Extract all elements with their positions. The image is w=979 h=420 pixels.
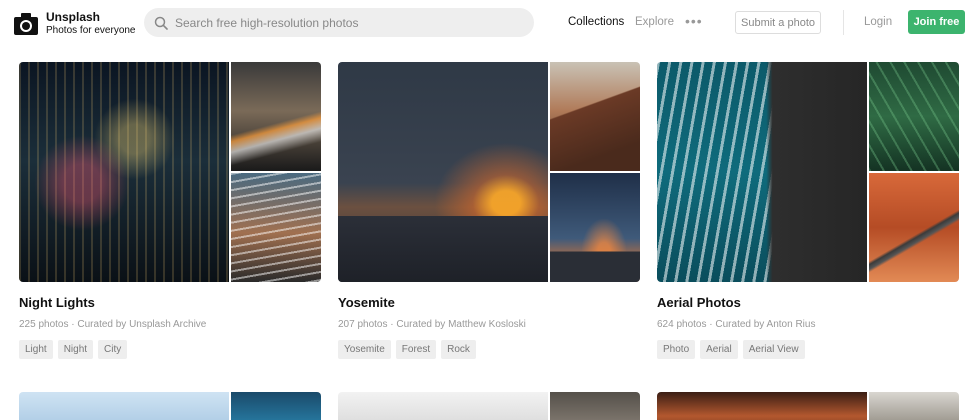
collection-title[interactable]: Night Lights <box>19 295 321 310</box>
collection-photo-top <box>550 62 640 171</box>
login-link[interactable]: Login <box>864 16 892 28</box>
tag-list: Light Night City <box>19 340 321 359</box>
collection-photo-bottom <box>231 173 321 282</box>
photo-count: 225 photos <box>19 319 69 330</box>
collection-mosaic-row2-3[interactable] <box>657 392 959 420</box>
collection-photo-main <box>19 392 229 420</box>
nav-divider <box>843 10 844 35</box>
collection-photo-main <box>19 62 229 282</box>
collection-title[interactable]: Yosemite <box>338 295 640 310</box>
collection-photo-top <box>231 62 321 171</box>
tag-chip[interactable]: Rock <box>441 340 476 359</box>
collection-photo-main <box>657 62 867 282</box>
collection-mosaic[interactable] <box>338 62 640 282</box>
curator-text: Curated by Anton Rius <box>715 319 816 330</box>
tag-chip[interactable]: Photo <box>657 340 696 359</box>
collection-card-aerial-photos: Aerial Photos 624 photos · Curated by An… <box>657 62 959 359</box>
curator-text: Curated by Unsplash Archive <box>77 319 207 330</box>
brand-tagline: Photos for everyone <box>46 25 136 36</box>
collection-photo-top <box>869 62 959 171</box>
collection-mosaic-row2-2[interactable] <box>338 392 640 420</box>
collection-photo-main <box>338 62 548 282</box>
collection-mosaic-row2-1[interactable] <box>19 392 321 420</box>
tag-chip[interactable]: Yosemite <box>338 340 391 359</box>
top-navbar: Unsplash Photos for everyone Collections… <box>0 0 979 46</box>
nav-explore-link[interactable]: Explore <box>635 16 674 28</box>
collection-meta: 225 photos · Curated by Unsplash Archive <box>19 319 321 330</box>
collection-card-yosemite: Yosemite 207 photos · Curated by Matthew… <box>338 62 640 359</box>
join-free-button[interactable]: Join free <box>908 10 965 34</box>
collection-photo-bottom <box>869 173 959 282</box>
collection-mosaic[interactable] <box>657 62 959 282</box>
search-input[interactable] <box>175 15 515 30</box>
collection-card-night-lights: Night Lights 225 photos · Curated by Uns… <box>19 62 321 359</box>
brand-text: Unsplash Photos for everyone <box>46 11 136 36</box>
submit-photo-button[interactable]: Submit a photo <box>735 11 821 34</box>
collection-title[interactable]: Aerial Photos <box>657 295 959 310</box>
tag-chip[interactable]: City <box>98 340 128 359</box>
camera-icon <box>14 12 38 35</box>
photo-count: 624 photos <box>657 319 707 330</box>
tag-chip[interactable]: Aerial <box>700 340 738 359</box>
unsplash-logo[interactable]: Unsplash Photos for everyone <box>14 11 136 36</box>
search-bar[interactable] <box>144 8 534 37</box>
collection-photo-top <box>869 392 959 420</box>
collection-photo-top <box>550 392 640 420</box>
collection-photo-main <box>657 392 867 420</box>
photo-count: 207 photos <box>338 319 388 330</box>
tag-chip[interactable]: Night <box>57 340 94 359</box>
tag-chip[interactable]: Light <box>19 340 53 359</box>
nav-collections-link[interactable]: Collections <box>568 16 624 28</box>
tag-list: Photo Aerial Aerial View <box>657 340 959 359</box>
collection-mosaic[interactable] <box>19 62 321 282</box>
collection-meta: 624 photos · Curated by Anton Rius <box>657 319 959 330</box>
curator-text: Curated by Matthew Kosloski <box>396 319 526 330</box>
collection-photo-top <box>231 392 321 420</box>
brand-name: Unsplash <box>46 10 101 24</box>
collection-photo-main <box>338 392 548 420</box>
collection-meta: 207 photos · Curated by Matthew Kosloski <box>338 319 640 330</box>
collection-photo-bottom <box>550 173 640 282</box>
tag-list: Yosemite Forest Rock <box>338 340 640 359</box>
search-icon <box>154 16 168 30</box>
more-menu-icon[interactable]: ••• <box>685 13 703 29</box>
tag-chip[interactable]: Forest <box>395 340 437 359</box>
tag-chip[interactable]: Aerial View <box>742 340 805 359</box>
